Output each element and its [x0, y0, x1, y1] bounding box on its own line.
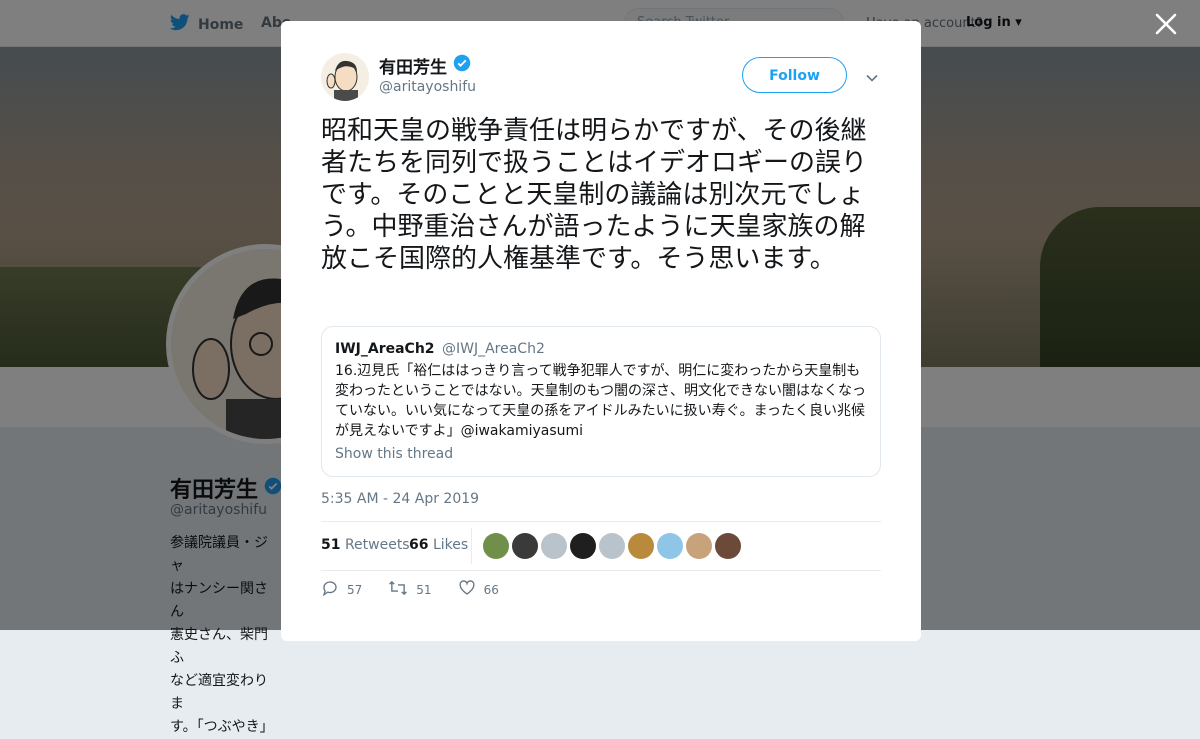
tweet-timestamp[interactable]: 5:35 AM - 24 Apr 2019	[321, 491, 479, 507]
liker-avatar[interactable]	[512, 533, 538, 559]
liker-avatars	[483, 533, 741, 559]
retweet-icon	[388, 579, 408, 600]
quoted-author-handle: @IWJ_AreaCh2	[441, 341, 545, 357]
retweets-label: Retweets	[344, 537, 410, 553]
retweets-count: 51	[321, 537, 341, 553]
author-handle[interactable]: @aritayoshifu	[379, 79, 476, 95]
retweet-button[interactable]: 51	[388, 579, 432, 600]
retweets-stat[interactable]: 51 Retweets	[321, 537, 410, 553]
liker-avatar[interactable]	[686, 533, 712, 559]
quoted-author-name: IWJ_AreaCh2	[335, 341, 435, 357]
liker-avatar[interactable]	[541, 533, 567, 559]
reply-button[interactable]: 57	[321, 579, 362, 600]
verified-badge-icon	[453, 54, 471, 77]
tweet-stats: 51 Retweets 66 Likes	[321, 521, 881, 571]
likes-stat[interactable]: 66 Likes	[409, 537, 468, 553]
liker-avatar[interactable]	[570, 533, 596, 559]
quoted-tweet[interactable]: IWJ_AreaCh2 @IWJ_AreaCh2 16.辺見氏「裕仁ははっきり言…	[321, 326, 881, 477]
quoted-tweet-header: IWJ_AreaCh2 @IWJ_AreaCh2	[335, 341, 545, 357]
reply-icon	[321, 579, 339, 600]
show-thread-link[interactable]: Show this thread	[335, 446, 453, 462]
like-count: 66	[483, 582, 499, 597]
quoted-tweet-text: 16.辺見氏「裕仁ははっきり言って戦争犯罪人ですが、明仁に変わったから天皇制も変…	[335, 363, 867, 439]
retweet-count: 51	[416, 582, 432, 597]
close-icon	[1154, 13, 1178, 40]
liker-avatar[interactable]	[715, 533, 741, 559]
likes-label: Likes	[432, 537, 469, 553]
author-avatar[interactable]	[321, 53, 369, 101]
liker-avatar[interactable]	[599, 533, 625, 559]
tweet-modal: 有田芳生 @aritayoshifu Follow 昭和天皇の戦争責任は明らかで…	[281, 21, 921, 641]
stats-divider	[471, 528, 472, 564]
author-name-text: 有田芳生	[379, 58, 447, 78]
follow-button[interactable]: Follow	[742, 57, 847, 93]
chevron-down-icon[interactable]	[866, 69, 878, 82]
like-button[interactable]: 66	[458, 579, 499, 600]
likes-count: 66	[409, 537, 429, 553]
tweet-text: 昭和天皇の戦争責任は明らかですが、その後継者たちを同列で扱うことはイデオロギーの…	[321, 116, 868, 274]
liker-avatar[interactable]	[483, 533, 509, 559]
reply-count: 57	[347, 582, 363, 597]
close-button[interactable]	[1154, 12, 1178, 36]
liker-avatar[interactable]	[628, 533, 654, 559]
heart-icon	[458, 579, 476, 600]
author-name[interactable]: 有田芳生	[379, 53, 471, 78]
tweet-actions: 57 51 66	[321, 579, 525, 600]
liker-avatar[interactable]	[657, 533, 683, 559]
